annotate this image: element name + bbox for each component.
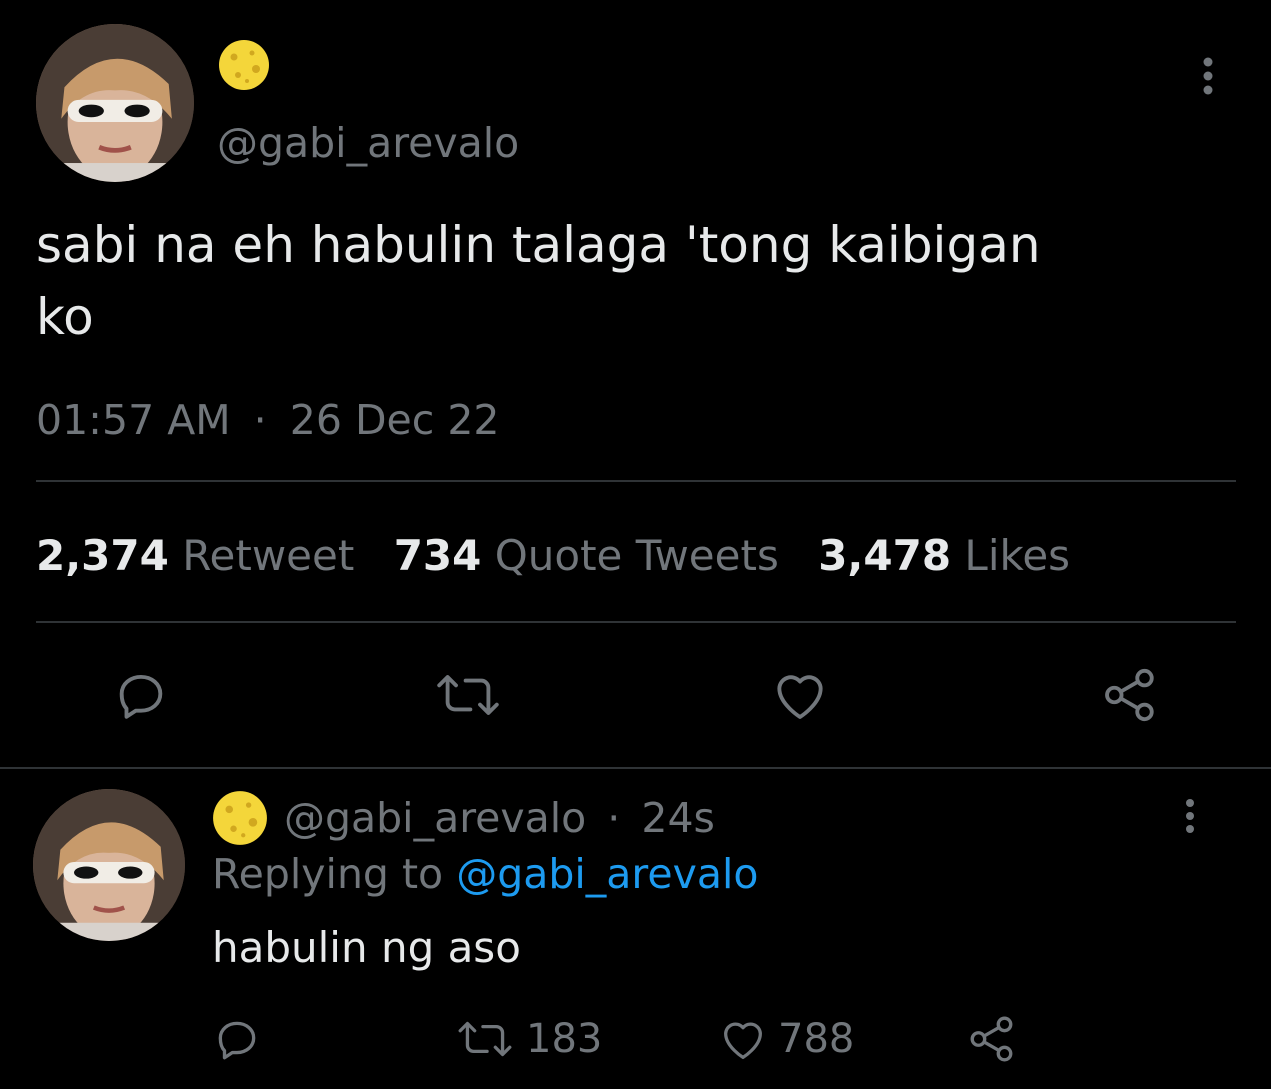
more-vertical-icon[interactable] (1174, 796, 1206, 836)
divider-top (36, 480, 1236, 482)
reply-like-count: 788 (778, 1016, 855, 1062)
divider-bottom (36, 621, 1236, 623)
reply-age[interactable]: 24s (641, 794, 715, 842)
tweet-time: 01:57 AM (36, 396, 231, 444)
avatar-image (36, 24, 194, 182)
retweets-stat[interactable]: 2,374 Retweet (36, 531, 368, 580)
heart-icon[interactable] (768, 664, 832, 726)
retweet-icon[interactable] (432, 666, 504, 724)
replying-prefix: Replying to (212, 850, 444, 898)
reply-icon[interactable] (212, 1014, 262, 1064)
replying-to: Replying to @gabi_arevalo (212, 848, 758, 900)
tweet-text-line-2: ko (36, 288, 94, 346)
reply-icon[interactable] (112, 666, 170, 724)
quotes-stat[interactable]: 734 Quote Tweets (394, 531, 793, 580)
tweet-timestamp[interactable]: 01:57 AM · 26 Dec 22 (36, 392, 500, 448)
likes-label: Likes (964, 531, 1071, 580)
tweet-text-line-1: sabi na eh habulin talaga 'tong kaibigan (36, 216, 1041, 274)
reply-avatar-image (33, 789, 185, 941)
likes-stat[interactable]: 3,478 Likes (818, 531, 1070, 580)
retweets-label: Retweet (182, 531, 355, 580)
tweet-stats: 2,374 Retweet 734 Quote Tweets 3,478 Lik… (36, 528, 1070, 584)
reply-retweet-action[interactable]: 183 (454, 1012, 602, 1066)
author-handle[interactable]: @gabi_arevalo (217, 116, 519, 170)
reply-header: @gabi_arevalo · 24s (284, 792, 715, 844)
more-vertical-icon[interactable] (1190, 54, 1226, 98)
reply-text: habulin ng aso (212, 923, 521, 972)
full-moon-face-emoji (212, 790, 268, 846)
reply-like-action[interactable]: 788 (716, 1012, 854, 1066)
full-moon-face-emoji (218, 39, 270, 91)
retweet-icon (454, 1014, 516, 1064)
likes-count: 3,478 (818, 531, 952, 580)
reply-author-avatar[interactable] (33, 789, 185, 941)
share-icon[interactable] (966, 1014, 1018, 1064)
author-avatar[interactable] (36, 24, 194, 182)
divider-reply (0, 767, 1271, 769)
retweets-count: 2,374 (36, 531, 169, 580)
reply-handle[interactable]: @gabi_arevalo (284, 794, 586, 842)
share-icon[interactable] (1100, 666, 1160, 724)
replying-to-link[interactable]: @gabi_arevalo (456, 850, 758, 898)
tweet-date: 26 Dec 22 (289, 396, 500, 444)
heart-icon (716, 1013, 770, 1065)
timestamp-separator: · (253, 396, 267, 444)
quotes-label: Quote Tweets (494, 531, 779, 580)
quotes-count: 734 (393, 531, 482, 580)
reply-retweet-count: 183 (526, 1016, 603, 1062)
reply-separator: · (607, 794, 621, 842)
